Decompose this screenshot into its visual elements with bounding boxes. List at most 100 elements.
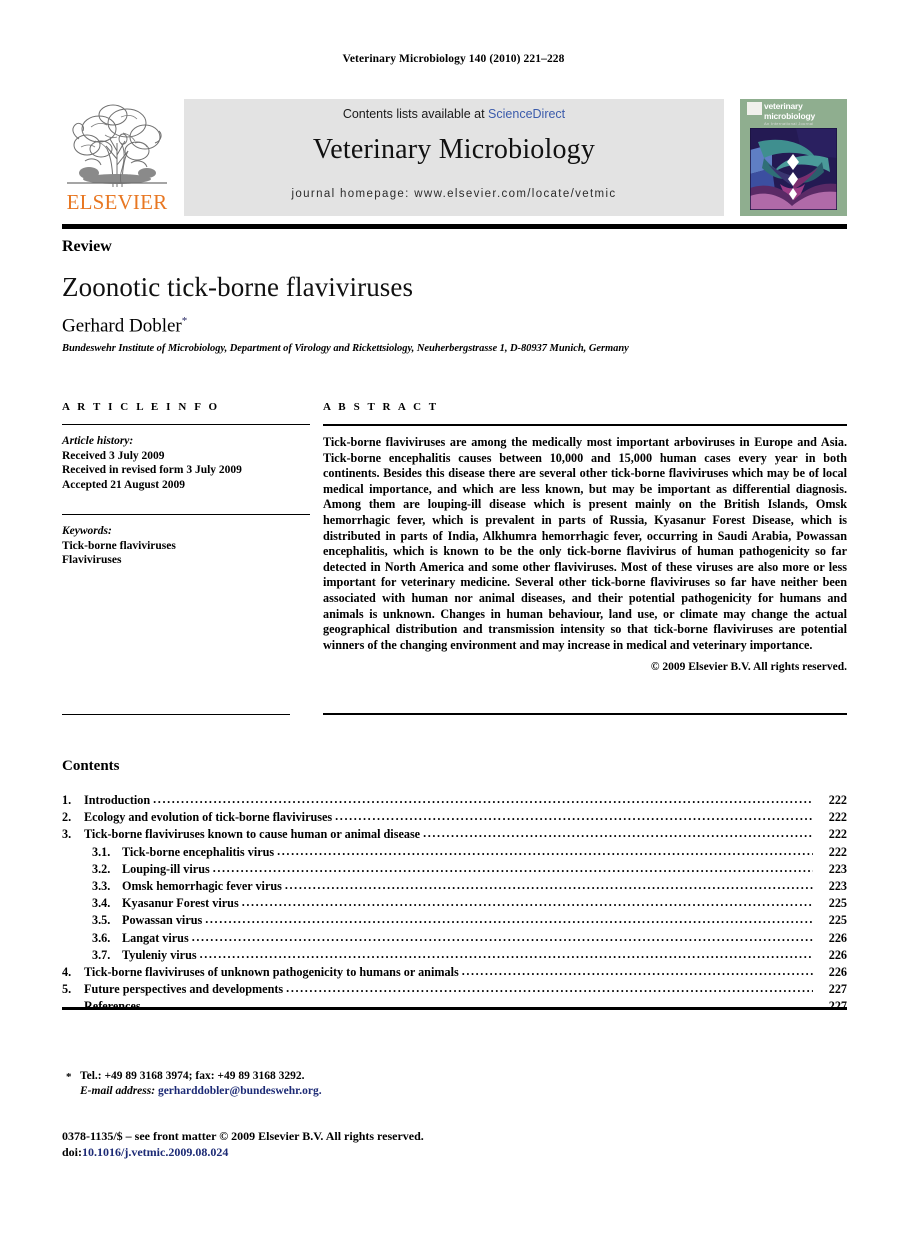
sciencedirect-link[interactable]: ScienceDirect: [488, 107, 565, 121]
paper-first-page: Veterinary Microbiology 140 (2010) 221–2…: [0, 0, 907, 1238]
toc-entry-label: Louping-ill virus: [122, 861, 210, 876]
toc-entry-number: 4.: [62, 964, 72, 979]
toc-entry[interactable]: 3.6. Langat virus........................…: [62, 930, 847, 948]
toc-entry-number: 2.: [62, 810, 72, 825]
toc-entry-label: Omsk hemorrhagic fever virus: [122, 878, 282, 893]
toc-leader-dots: ........................................…: [199, 946, 813, 961]
toc-leader-dots: ........................................…: [153, 792, 813, 806]
keywords-label: Keywords:: [62, 525, 112, 537]
toc-entry-page: 223: [828, 861, 847, 876]
toc-entry[interactable]: 3.7. Tyuleniy virus......................…: [62, 946, 847, 965]
toc-entry-number: 1.: [62, 793, 72, 807]
toc-entry-number: 5.: [62, 982, 72, 997]
toc-leader-dots: ........................................…: [212, 860, 813, 875]
page-title: Zoonotic tick-borne flaviviruses: [62, 272, 414, 302]
contents-available-line: Contents lists available at ScienceDirec…: [184, 107, 724, 121]
cover-journal-subtitle: An International Journal: [764, 121, 814, 126]
article-history-label: Article history:: [62, 435, 134, 447]
toc-entry-page: 227: [828, 982, 847, 997]
article-history-accepted: Accepted 21 August 2009: [62, 478, 185, 491]
toc-leader-dots: ........................................…: [143, 998, 813, 1013]
toc-entry-page: 222: [828, 844, 847, 859]
article-history-block: Article history: Received 3 July 2009 Re…: [62, 434, 310, 492]
contents-bottom-rule: [62, 1007, 847, 1010]
keyword-item: Flaviviruses: [62, 554, 122, 566]
table-of-contents: 1. Introduction..........................…: [62, 792, 847, 1016]
doi-line: doi:10.1016/j.vetmic.2009.08.024: [62, 1144, 562, 1160]
keywords-block: Keywords: Tick-borne flaviviruses Flaviv…: [62, 524, 310, 568]
toc-entry[interactable]: 4. Tick-borne flaviviruses of unknown pat…: [62, 963, 847, 982]
toc-leader-dots: ........................................…: [461, 963, 813, 978]
toc-entry[interactable]: 3.2. Louping-ill virus...................…: [62, 860, 847, 879]
toc-entry[interactable]: 5. Future perspectives and developments..…: [62, 981, 847, 999]
author-name-text: Gerhard Dobler: [62, 315, 182, 337]
toc-entry-number: 3.: [62, 827, 72, 842]
keywords-top-rule: [62, 514, 310, 515]
toc-entry[interactable]: 1. Introduction..........................…: [62, 792, 847, 810]
toc-entry[interactable]: 3.5. Powassan virus......................…: [62, 912, 847, 930]
abstract-column: A B S T R A C T Tick-borne flaviviruses …: [323, 401, 847, 673]
abstract-copyright: © 2009 Elsevier B.V. All rights reserved…: [650, 661, 847, 674]
article-info-bottom-rule: [62, 714, 290, 715]
toc-entry[interactable]: 2. Ecology and evolution of tick-borne fl…: [62, 809, 847, 827]
toc-entry-label: Tick-borne flaviviruses known to cause h…: [84, 827, 421, 842]
toc-entry[interactable]: 3. Tick-borne flaviviruses known to cause…: [62, 826, 847, 844]
footnote-email-line: E-mail address: gerharddobler@bundeswehr…: [80, 1084, 496, 1099]
abstract-bottom-rule: [323, 713, 847, 715]
toc-leader-dots: ........................................…: [277, 843, 813, 858]
elsevier-logo: ELSEVIER: [62, 99, 172, 216]
toc-entry-page: 226: [828, 930, 847, 945]
toc-entry-page: 225: [828, 913, 847, 928]
toc-leader-dots: ........................................…: [335, 809, 813, 824]
corresponding-author-footnote: * Tel.: +49 89 3168 3974; fax: +49 89 31…: [66, 1069, 496, 1099]
toc-entry-label: Ecology and evolution of tick-borne flav…: [84, 810, 333, 825]
toc-entry-page: 222: [828, 810, 847, 825]
toc-leader-dots: ........................................…: [284, 877, 813, 892]
journal-masthead: ELSEVIER Contents lists available at Sci…: [62, 99, 847, 216]
toc-entry-label: Tick-borne flaviviruses of unknown patho…: [84, 964, 459, 979]
toc-leader-dots: ........................................…: [241, 895, 813, 910]
toc-entry-label: Kyasanur Forest virus: [122, 896, 239, 911]
cover-journal-name: veterinary microbiology: [764, 101, 842, 121]
toc-entry-number: 3.4.: [92, 896, 111, 911]
toc-entry-number: 3.7.: [92, 947, 111, 962]
toc-leader-dots: ........................................…: [205, 912, 813, 927]
running-head: Veterinary Microbiology 140 (2010) 221–2…: [342, 53, 565, 65]
toc-leader-dots: ........................................…: [286, 981, 813, 996]
doi-link[interactable]: 10.1016/j.vetmic.2009.08.024: [82, 1145, 228, 1159]
contents-heading: Contents: [62, 758, 120, 774]
toc-entry-number: 3.3.: [92, 878, 111, 893]
elsevier-tree-icon: [67, 104, 167, 188]
footnote-mark: *: [66, 1071, 72, 1083]
toc-entry-number: 3.5.: [92, 913, 111, 928]
email-label: E-mail address:: [80, 1085, 156, 1097]
toc-entry-page: 225: [828, 896, 847, 911]
toc-entry[interactable]: 3.3. Omsk hemorrhagic fever virus........…: [62, 877, 847, 896]
article-info-column: A R T I C L E I N F O Article history: R…: [62, 401, 310, 568]
toc-entry[interactable]: 3.4. Kyasanur Forest virus...............…: [62, 895, 847, 913]
author-name: Gerhard Dobler*: [62, 315, 187, 337]
abstract-top-rule: [323, 424, 847, 426]
toc-entry-number: 3.2.: [92, 861, 111, 876]
page-footer: 0378-1135/$ – see front matter © 2009 El…: [62, 1128, 562, 1160]
toc-entry-page: 226: [828, 964, 847, 979]
journal-cover-thumbnail: veterinary microbiology An International…: [740, 99, 847, 216]
toc-entry-label: Tyuleniy virus: [122, 947, 197, 962]
journal-homepage-link[interactable]: journal homepage: www.elsevier.com/locat…: [184, 188, 724, 200]
keyword-item: Tick-borne flaviviruses: [62, 539, 176, 552]
toc-entry[interactable]: 3.1. Tick-borne encephalitis virus.......…: [62, 843, 847, 862]
article-type-label: Review: [62, 238, 112, 255]
cover-artwork-graphic: [750, 128, 837, 210]
toc-entry-label: Tick-borne encephalitis virus: [122, 844, 275, 859]
toc-entry-label: Powassan virus: [122, 913, 203, 928]
email-link[interactable]: gerharddobler@bundeswehr.org.: [158, 1085, 322, 1097]
toc-entry-page: 226: [828, 947, 847, 962]
masthead-bottom-rule: [62, 224, 847, 229]
corresponding-author-mark: *: [181, 315, 188, 327]
toc-entry-label: Future perspectives and developments: [84, 982, 284, 997]
cover-publisher-mark: [747, 102, 762, 115]
article-info-heading: A R T I C L E I N F O: [62, 401, 220, 413]
contents-available-text: Contents lists available at: [342, 107, 485, 121]
footnote-contact-line: Tel.: +49 89 3168 3974; fax: +49 89 3168…: [80, 1070, 305, 1082]
elsevier-wordmark: ELSEVIER: [66, 190, 168, 214]
